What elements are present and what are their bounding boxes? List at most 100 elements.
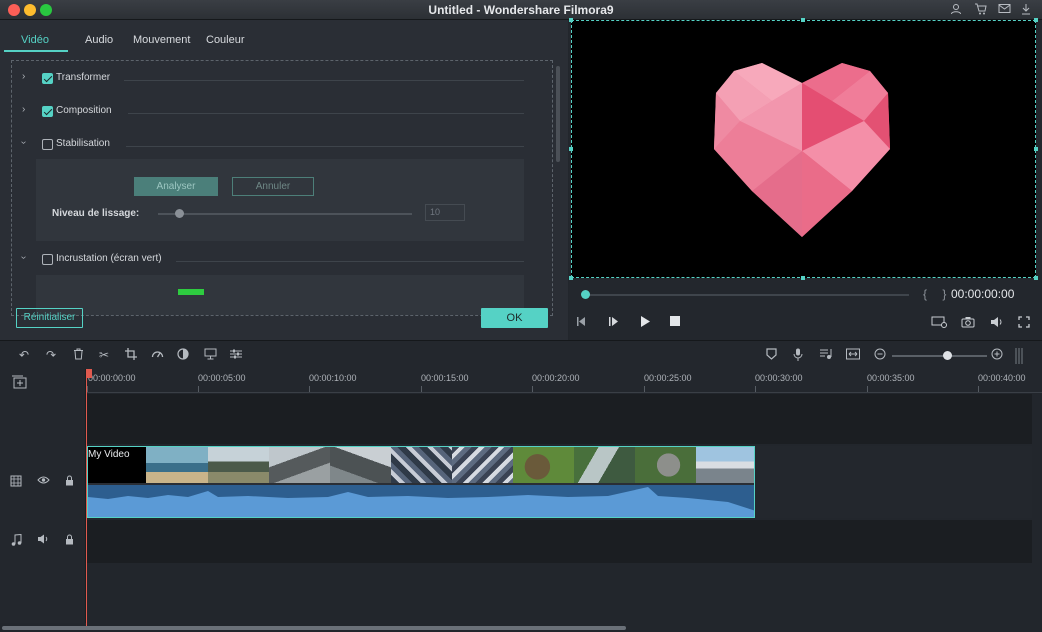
adjust-icon[interactable]	[229, 348, 243, 362]
zoom-out-icon[interactable]	[873, 348, 887, 362]
ruler-tick-label: 00:00:20:00	[532, 373, 580, 383]
tab-audio[interactable]: Audio	[85, 34, 113, 46]
tab-mouvement[interactable]: Mouvement	[133, 34, 190, 46]
resize-handle[interactable]	[801, 276, 805, 280]
section-transformer[interactable]: › Transformer	[12, 69, 552, 89]
lock-icon[interactable]	[62, 475, 76, 489]
stabilisation-checkbox[interactable]	[42, 139, 53, 150]
green-screen-icon[interactable]	[203, 348, 217, 362]
zoom-in-icon[interactable]	[990, 348, 1004, 362]
resize-handle[interactable]	[1034, 147, 1038, 151]
delete-icon[interactable]	[71, 348, 85, 362]
clip-thumbnail	[696, 447, 754, 483]
crop-icon[interactable]	[124, 348, 138, 362]
user-icon[interactable]	[949, 3, 963, 17]
stop-icon[interactable]	[670, 316, 680, 329]
resize-handle[interactable]	[569, 147, 573, 151]
cut-icon[interactable]: ✂	[97, 348, 111, 362]
analyze-button[interactable]: Analyser	[134, 177, 218, 196]
track-headers	[0, 369, 86, 623]
audio-volume-icon[interactable]	[36, 534, 50, 547]
smoothing-slider-track[interactable]	[158, 213, 412, 215]
ruler-tick-label: 00:00:05:00	[198, 373, 246, 383]
preview-panel: { } 00:00:00:00	[569, 18, 1042, 340]
chevron-down-icon[interactable]: ›	[18, 141, 29, 144]
speed-icon[interactable]	[150, 348, 164, 362]
window-title: Untitled - Wondershare Filmora9	[428, 3, 614, 17]
clip-thumbnail	[635, 447, 696, 483]
mail-icon[interactable]	[997, 3, 1011, 17]
display-settings-icon[interactable]	[931, 316, 947, 331]
divider	[126, 146, 524, 147]
fullscreen-icon[interactable]	[1018, 316, 1030, 331]
microphone-icon[interactable]	[791, 348, 805, 362]
reset-button[interactable]: Réinitialiser	[16, 308, 83, 328]
resize-handle[interactable]	[569, 276, 573, 280]
active-tab-indicator	[4, 50, 68, 52]
color-correction-icon[interactable]	[176, 348, 190, 362]
resize-handle[interactable]	[801, 18, 805, 22]
playhead-handle[interactable]	[86, 369, 92, 378]
zoom-slider-track[interactable]	[892, 355, 987, 357]
section-incrustation[interactable]: › Incrustation (écran vert)	[12, 250, 552, 270]
add-track-icon[interactable]	[11, 375, 27, 392]
step-forward-icon[interactable]	[608, 316, 620, 330]
ruler-tick	[421, 386, 422, 392]
timeline-ruler[interactable]: 00:00:00:00 00:00:05:00 00:00:10:00 00:0…	[87, 369, 1042, 393]
audio-mixer-icon[interactable]	[818, 348, 832, 362]
scrubber-handle[interactable]	[581, 290, 590, 299]
ruler-tick-label: 00:00:15:00	[421, 373, 469, 383]
incrustation-checkbox[interactable]	[42, 254, 53, 265]
smoothing-slider-handle[interactable]	[175, 209, 184, 218]
property-tabs: Vidéo Audio Mouvement Couleur	[0, 20, 568, 52]
ruler-tick	[532, 386, 533, 392]
stabilisation-panel: Analyser Annuler Niveau de lissage: 10	[36, 159, 524, 241]
chevron-down-icon[interactable]: ›	[18, 256, 29, 259]
resize-handle[interactable]	[569, 18, 573, 22]
properties-scrollbar[interactable]	[556, 66, 560, 162]
step-back-icon[interactable]	[576, 316, 588, 330]
ruler-tick	[978, 386, 979, 392]
cancel-button[interactable]: Annuler	[232, 177, 314, 196]
lock-icon[interactable]	[62, 534, 76, 548]
resize-handle[interactable]	[1034, 18, 1038, 22]
transformer-checkbox[interactable]	[42, 73, 53, 84]
ruler-tick	[309, 386, 310, 392]
playhead[interactable]	[86, 369, 87, 627]
snapshot-icon[interactable]	[961, 316, 975, 331]
marker-icon[interactable]	[764, 348, 778, 362]
redo-icon[interactable]: ↷	[44, 348, 58, 362]
in-out-brackets[interactable]: { }	[923, 287, 952, 301]
resize-handle[interactable]	[1034, 276, 1038, 280]
section-stabilisation[interactable]: › Stabilisation	[12, 135, 552, 155]
zoom-slider-handle[interactable]	[943, 351, 952, 360]
panel-grip-icon[interactable]	[1015, 348, 1023, 364]
smoothing-value-input[interactable]: 10	[425, 204, 465, 221]
chevron-right-icon[interactable]: ›	[22, 71, 25, 82]
ok-button[interactable]: OK	[481, 308, 548, 328]
playback-scrubber[interactable]	[583, 294, 909, 296]
volume-icon[interactable]	[990, 316, 1004, 331]
cart-icon[interactable]	[973, 3, 987, 17]
key-color-swatch[interactable]	[178, 289, 204, 295]
tab-video[interactable]: Vidéo	[21, 34, 49, 46]
eye-icon[interactable]	[36, 475, 50, 488]
fit-timeline-icon[interactable]	[846, 348, 860, 362]
section-composition[interactable]: › Composition	[12, 102, 552, 122]
timeline-scrollbar[interactable]	[2, 626, 626, 630]
chevron-right-icon[interactable]: ›	[22, 104, 25, 115]
preview-viewer[interactable]	[569, 18, 1038, 280]
video-clip[interactable]: My Video	[87, 446, 755, 518]
tab-couleur[interactable]: Couleur	[206, 34, 245, 46]
empty-track[interactable]	[87, 394, 1032, 444]
undo-icon[interactable]: ↶	[17, 348, 31, 362]
video-track-icon	[9, 475, 23, 490]
clip-thumbnail	[146, 447, 208, 483]
divider	[128, 113, 524, 114]
clip-name: My Video	[88, 449, 130, 460]
play-icon[interactable]	[640, 316, 651, 330]
audio-track[interactable]	[87, 520, 1032, 563]
download-icon[interactable]	[1019, 3, 1033, 17]
composition-checkbox[interactable]	[42, 106, 53, 117]
ruler-tick-label: 00:00:00:00	[88, 373, 136, 383]
